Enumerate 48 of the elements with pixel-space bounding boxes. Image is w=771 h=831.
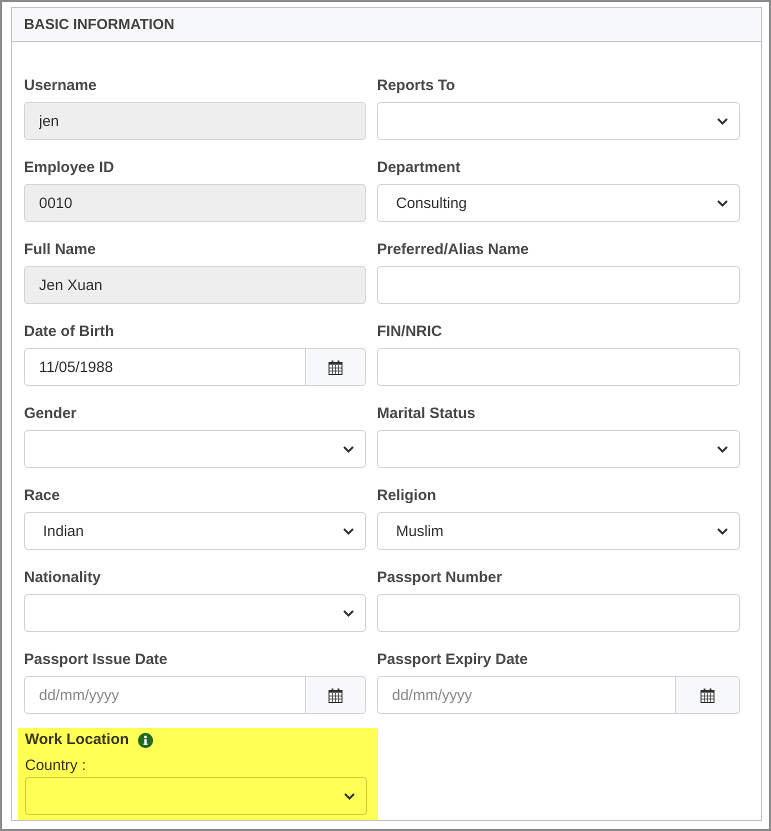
chevron-down-icon (717, 200, 728, 206)
text-field[interactable] (377, 594, 740, 632)
chevron-down-icon (343, 446, 354, 452)
select-field[interactable]: Muslim (377, 512, 740, 550)
chevron-down-icon (717, 528, 728, 534)
text-field[interactable] (377, 348, 740, 386)
calendar-icon (328, 688, 344, 702)
field-label: Employee ID (24, 159, 114, 177)
select-field[interactable]: Indian (24, 512, 366, 550)
select-field[interactable] (377, 102, 740, 140)
chevron-down-icon (343, 528, 354, 534)
date-field[interactable]: dd/mm/yyyy (377, 676, 676, 714)
field-label: Full Name (24, 241, 96, 259)
section-title: BASIC INFORMATION (24, 16, 174, 32)
calendar-icon (328, 360, 344, 374)
date-field[interactable]: dd/mm/yyyy (24, 676, 306, 714)
chevron-down-icon (717, 446, 728, 452)
field-label: Gender (24, 405, 77, 423)
field-label: Passport Number (377, 569, 502, 587)
calendar-button[interactable] (676, 676, 740, 714)
calendar-button[interactable] (306, 676, 366, 714)
info-icon[interactable] (138, 732, 153, 748)
calendar-button[interactable] (306, 348, 366, 386)
text-field[interactable] (377, 266, 740, 304)
date-field[interactable]: 11/05/1988 (24, 348, 306, 386)
select-field[interactable] (377, 430, 740, 468)
chevron-down-icon (343, 610, 354, 616)
calendar-icon (700, 688, 716, 702)
field-label: Country : (25, 757, 86, 775)
field-label: Preferred/Alias Name (377, 241, 529, 259)
field-label: Passport Expiry Date (377, 651, 528, 669)
field-label: Department (377, 159, 460, 177)
select-field[interactable] (24, 430, 366, 468)
field-label: Reports To (377, 77, 456, 95)
field-label: Marital Status (377, 405, 476, 423)
field-label: Work Location (25, 731, 129, 749)
select-field[interactable]: Consulting (377, 184, 740, 222)
field-label: Passport Issue Date (24, 651, 168, 669)
field-label: Religion (377, 487, 436, 505)
chevron-down-icon (344, 792, 355, 800)
select-field[interactable] (24, 594, 366, 632)
field-label: Date of Birth (24, 323, 114, 341)
field-label: Username (24, 77, 97, 95)
field-label: Nationality (24, 569, 101, 587)
field-label: FIN/NRIC (377, 323, 442, 341)
select-field[interactable] (25, 777, 367, 815)
field-label: Race (24, 487, 60, 505)
chevron-down-icon (717, 118, 728, 124)
